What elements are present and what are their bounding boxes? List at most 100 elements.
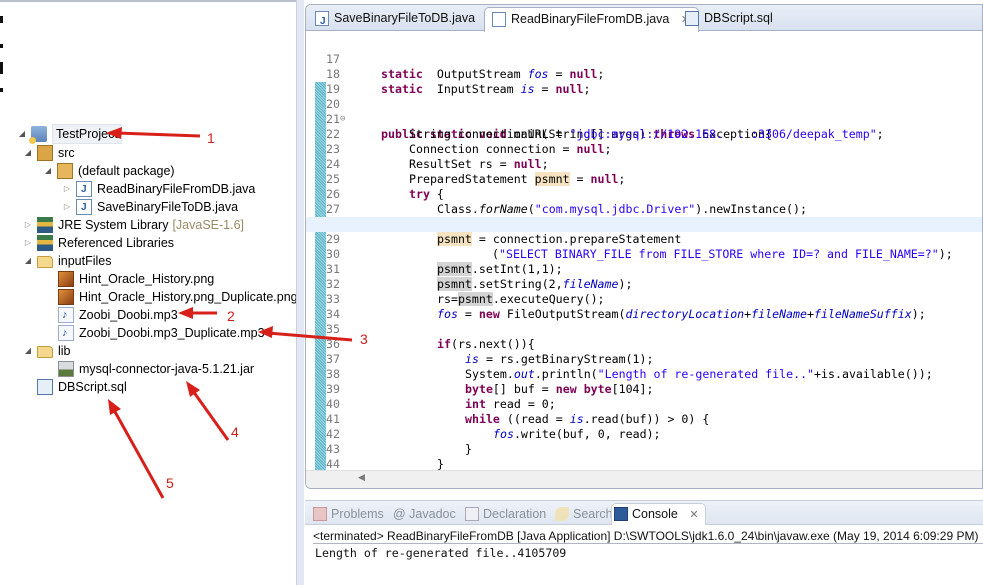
sql-file-icon [37, 379, 53, 395]
tree-item-default-package[interactable]: ◢ (default package) [42, 162, 175, 180]
explorer-scrollbar[interactable] [296, 0, 304, 585]
tree-item-hint-oracle-history-png[interactable]: Hint_Oracle_History.png [43, 270, 214, 288]
expanded-arrow-icon[interactable]: ◢ [22, 342, 34, 360]
annotation-label-2: 2 [227, 308, 235, 324]
tab-javadoc[interactable]: @ Javadoc [393, 504, 456, 524]
package-explorer: ◢ TestProject ◢ src ◢ (default package) … [0, 0, 298, 585]
code-line: 33 fos = new FileOutputStream(directoryL… [326, 292, 926, 321]
console-process-header: <terminated> ReadBinaryFileFromDB [Java … [313, 528, 983, 544]
expanded-arrow-icon[interactable]: ◢ [22, 144, 34, 162]
tab-label: DBScript.sql [704, 11, 773, 25]
tree-item-inputfiles[interactable]: ◢ inputFiles [22, 252, 112, 270]
expanded-arrow-icon[interactable]: ◢ [16, 125, 28, 143]
tree-item-label: Zoobi_Doobi.mp3 [79, 308, 178, 322]
tree-item-mysql-connector-jar[interactable]: mysql-connector-java-5.1.21.jar [43, 360, 254, 378]
tree-item-zoobi-doobi-duplicate[interactable]: Zoobi_Doobi.mp3_Duplicate.mp3 [43, 324, 265, 342]
folder-icon [37, 346, 53, 358]
java-file-icon [76, 181, 92, 199]
code-line: 32 rs=psmnt.executeQuery(); [326, 277, 605, 306]
clipped-edge-mark [0, 16, 3, 23]
code-line: 22 Connection connection = null; [326, 127, 612, 156]
tab-search[interactable]: Search [553, 504, 613, 524]
code-line: 38 byte[] buf = new byte[104]; [326, 367, 654, 396]
code-line: 19 [306, 67, 982, 96]
tree-item-label: src [58, 146, 75, 160]
code-line: 39 int read = 0; [326, 382, 556, 411]
tab-console[interactable]: Console ✕ [611, 503, 706, 525]
clipped-edge-mark [0, 62, 3, 74]
annotation-label-5: 5 [166, 475, 174, 491]
tab-label: Console [632, 507, 678, 521]
expanded-arrow-icon[interactable]: ◢ [42, 162, 54, 180]
tab-problems[interactable]: Problems [311, 504, 384, 524]
tab-declaration[interactable]: Declaration [463, 504, 546, 524]
code-line: 40 while ((read = is.read(buf)) > 0) { [326, 397, 710, 426]
tree-item-label: ReadBinaryFileFromDB.java [97, 182, 256, 196]
collapsed-arrow-icon[interactable]: ▷ [61, 180, 73, 198]
annotation-label-4: 4 [231, 424, 239, 440]
tree-item-hint-oracle-history-duplicate[interactable]: Hint_Oracle_History.png_Duplicate.png [43, 288, 298, 306]
code-line: 31 psmnt.setString(2,fileName); [326, 262, 633, 291]
scroll-left-icon[interactable]: ◀ [358, 473, 365, 483]
close-tab-icon[interactable]: ✕ [689, 509, 698, 521]
expanded-arrow-icon[interactable]: ◢ [22, 252, 34, 270]
tree-item-label: Hint_Oracle_History.png_Duplicate.png [79, 290, 298, 304]
tab-label: Search [573, 507, 613, 521]
code-line: 26 Class.forName("com.mysql.jdbc.Driver"… [326, 187, 807, 216]
tab-savebinaryfiletodb[interactable]: SaveBinaryFileToDB.java [308, 7, 483, 33]
sql-file-icon [685, 11, 699, 26]
collapsed-arrow-icon[interactable]: ▷ [61, 198, 73, 216]
console-tab-bar: Problems @ Javadoc Declaration Search Co… [305, 501, 983, 525]
code-line-current: 29 ("SELECT BINARY_FILE from FILE_STORE … [306, 217, 982, 261]
editor-tab-bar: SaveBinaryFileToDB.java ReadBinaryFileFr… [306, 5, 982, 33]
tree-item-label: Hint_Oracle_History.png [79, 272, 215, 286]
code-line: 25 try { [326, 172, 444, 201]
code-line: 41 fos.write(buf, 0, read); [326, 412, 661, 441]
tree-item-readbinaryfilefromdb[interactable]: ▷ ReadBinaryFileFromDB.java [61, 180, 256, 199]
tree-item-label: Zoobi_Doobi.mp3_Duplicate.mp3 [79, 326, 265, 340]
code-area[interactable]: 17 static OutputStream fos = null; 18 st… [306, 32, 982, 488]
image-file-icon [58, 289, 74, 305]
tree-item-testproject[interactable]: ◢ TestProject [16, 124, 122, 144]
tree-item-label: inputFiles [58, 254, 112, 268]
code-editor: SaveBinaryFileToDB.java ReadBinaryFileFr… [305, 4, 983, 489]
java-file-warning-icon [76, 199, 92, 217]
tree-item-jre-system-library[interactable]: ▷ JRE System Library [JavaSE-1.6] [22, 216, 244, 234]
library-icon [37, 217, 53, 233]
editor-horizontal-scrollbar[interactable]: ◀ [306, 470, 982, 488]
tab-dbscript-sql[interactable]: DBScript.sql [678, 7, 781, 31]
tree-item-zoobi-doobi-mp3[interactable]: Zoobi_Doobi.mp3 [43, 306, 178, 324]
tree-item-label: DBScript.sql [58, 380, 127, 394]
collapsed-arrow-icon[interactable]: ▷ [22, 234, 34, 252]
tab-label: Declaration [483, 507, 547, 521]
tree-item-savebinaryfiletodb[interactable]: ▷ SaveBinaryFileToDB.java [61, 198, 238, 217]
code-line: 21 String connectionURL = "jdbc:mysql://… [326, 112, 884, 141]
tree-item-lib[interactable]: ◢ lib [22, 342, 71, 360]
library-icon [37, 235, 53, 251]
image-file-icon [58, 271, 74, 287]
console-icon [614, 507, 628, 521]
code-line: 30 psmnt.setInt(1,1); [326, 247, 563, 276]
audio-file-icon [58, 324, 74, 342]
tree-item-referenced-libraries[interactable]: ▷ Referenced Libraries [22, 234, 174, 252]
tree-item-label: (default package) [78, 164, 175, 178]
clipped-edge-mark [0, 88, 3, 92]
annotation-label-1: 1 [207, 130, 215, 146]
folder-icon [37, 256, 53, 268]
problems-icon [313, 507, 327, 521]
tab-label: Problems [331, 507, 384, 521]
tree-item-src[interactable]: ◢ src [22, 144, 75, 162]
tab-readbinaryfilefromdb[interactable]: ReadBinaryFileFromDB.java ✕ [484, 7, 700, 32]
collapsed-arrow-icon[interactable]: ▷ [22, 216, 34, 234]
clipped-edge-mark [0, 44, 3, 48]
search-icon [555, 507, 569, 521]
tree-item-label: mysql-connector-java-5.1.21.jar [79, 362, 255, 376]
console-output[interactable]: Length of re-generated file..4105709 [315, 546, 566, 560]
code-line: 36 is = rs.getBinaryStream(1); [326, 337, 654, 366]
code-line: 28 psmnt = connection.prepareStatement [306, 202, 982, 246]
tree-item-label: TestProject [52, 124, 122, 144]
source-folder-icon [37, 145, 53, 161]
tree-item-dbscript-sql[interactable]: DBScript.sql [22, 378, 127, 396]
tab-label: SaveBinaryFileToDB.java [334, 11, 476, 25]
java-file-warning-icon [315, 11, 329, 33]
